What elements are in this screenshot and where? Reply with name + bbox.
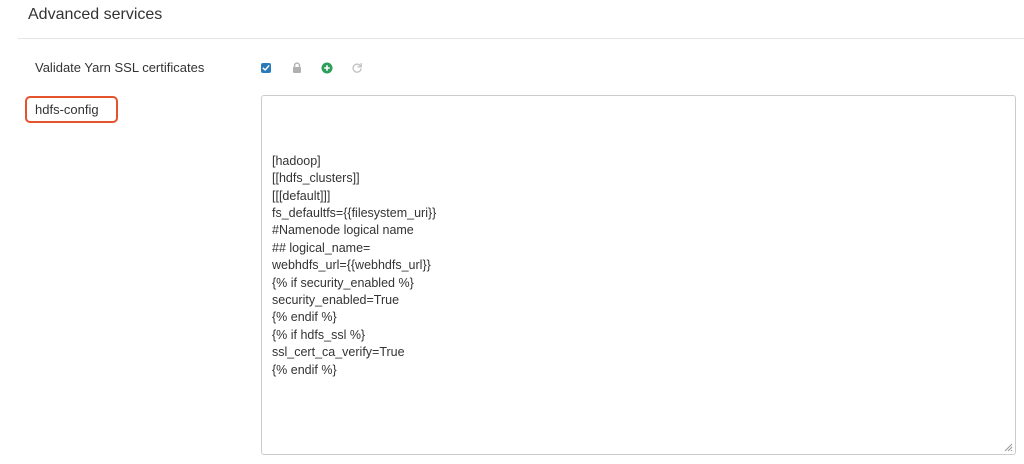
- hdfs-config-line: {% if security_enabled %}: [272, 275, 414, 290]
- hdfs-config-line: ## logical_name=: [272, 240, 371, 255]
- hdfs-config-line: [hadoop]: [272, 153, 321, 168]
- section-title: Advanced services: [28, 6, 163, 23]
- hdfs-config-lines: [hadoop] [[hdfs_clusters]] [[[default]]] fs…: [272, 153, 1005, 379]
- hdfs-config-line: ssl_cert_ca_verify=True: [272, 345, 405, 360]
- section-divider: [18, 38, 1024, 39]
- lock-icon: [293, 62, 301, 73]
- resize-handle-icon[interactable]: [1003, 442, 1013, 452]
- lock-button[interactable]: [290, 61, 304, 75]
- hdfs-config-line: security_enabled=True: [272, 293, 400, 308]
- hdfs-config-line: fs_defaultfs={{filesystem_uri}}: [272, 206, 437, 221]
- ssl-controls: [261, 60, 364, 76]
- hdfs-config-line: #Namenode logical name: [272, 223, 414, 238]
- validate-ssl-checkbox[interactable]: [261, 63, 271, 73]
- hdfs-config-label: hdfs-config: [25, 96, 118, 123]
- hdfs-config-textarea[interactable]: [hadoop] [[hdfs_clusters]] [[[default]]] fs…: [261, 95, 1016, 455]
- validate-ssl-label: Validate Yarn SSL certificates: [35, 60, 205, 75]
- plus-circle-icon: [321, 62, 333, 74]
- advanced-services-page: Advanced services Validate Yarn SSL cert…: [0, 0, 1024, 464]
- undo-icon: [352, 62, 362, 73]
- checkbox-checked-icon: [262, 65, 270, 71]
- hdfs-config-line: webhdfs_url={{webhdfs_url}}: [272, 258, 431, 273]
- undo-button[interactable]: [350, 61, 364, 75]
- hdfs-config-line: {% if hdfs_ssl %}: [272, 327, 366, 342]
- hdfs-config-line: {% endif %}: [272, 310, 337, 325]
- add-button[interactable]: [320, 61, 334, 75]
- hdfs-config-line: {% endif %}: [272, 362, 337, 377]
- hdfs-config-line: [[hdfs_clusters]]: [272, 171, 360, 186]
- hdfs-config-line: [[[default]]]: [272, 188, 331, 203]
